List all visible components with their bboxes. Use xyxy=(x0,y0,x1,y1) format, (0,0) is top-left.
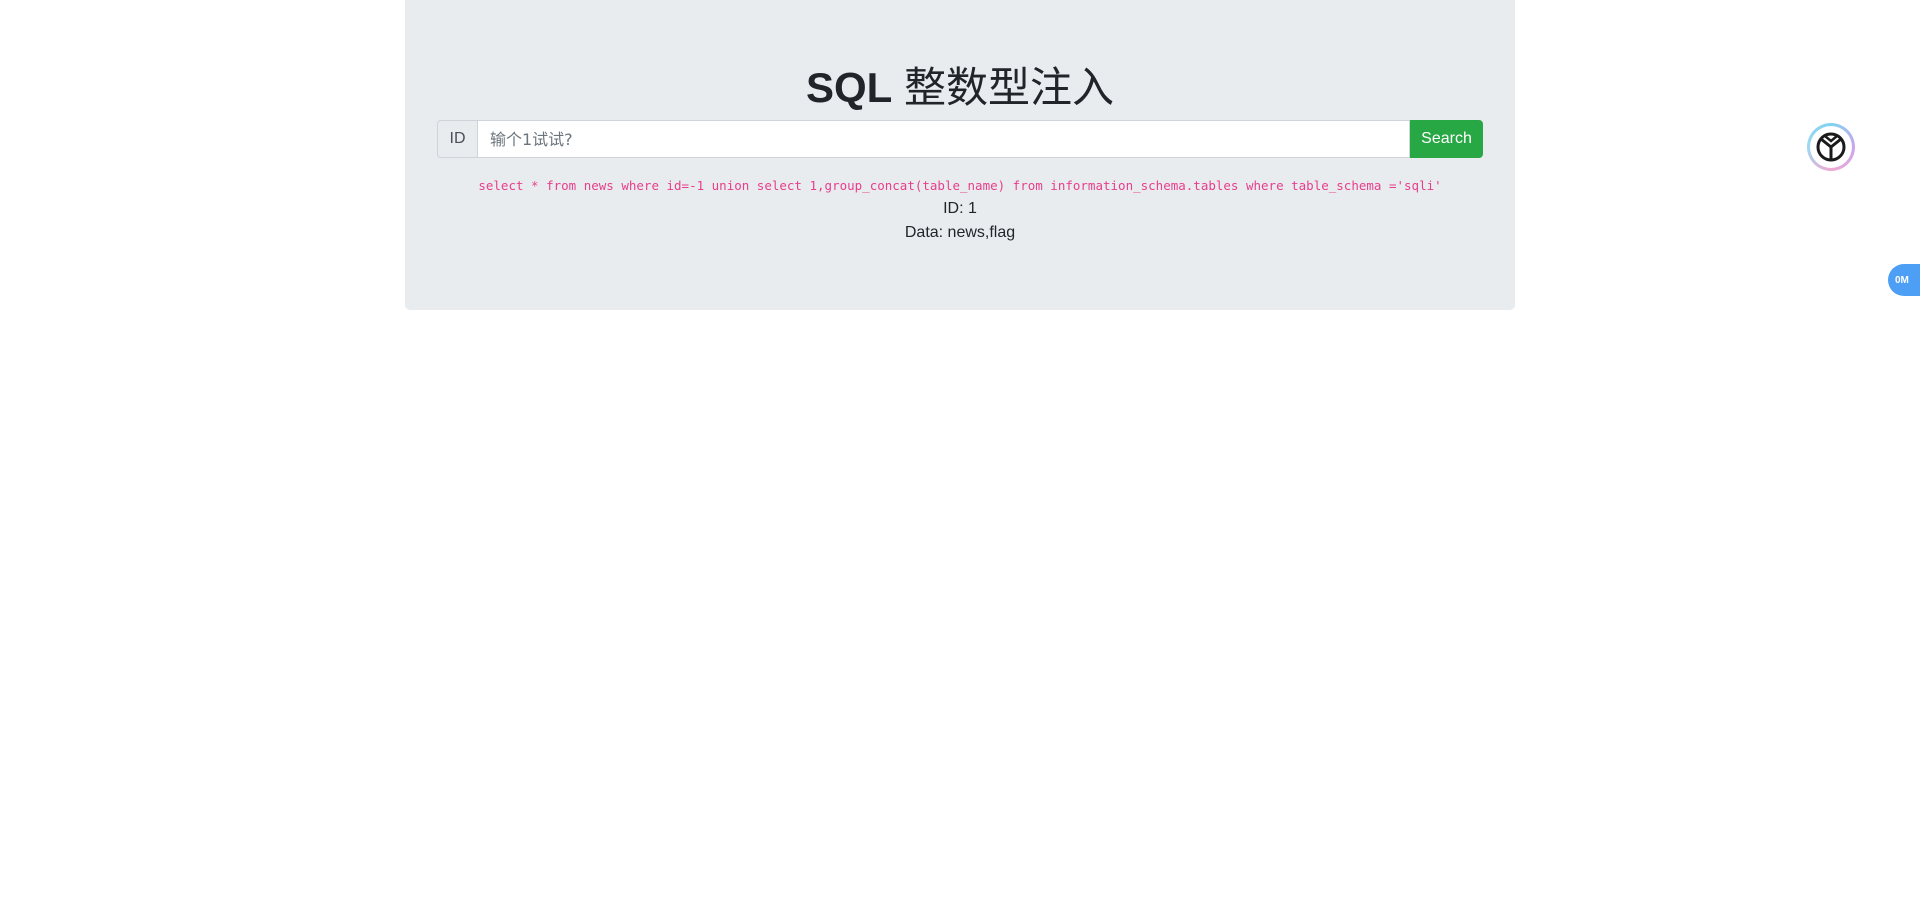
result-id-line: ID: 1 xyxy=(943,200,977,217)
id-prepend-label: ID xyxy=(437,120,477,158)
page-title: SQL 整数型注入 xyxy=(405,60,1515,116)
sql-query-text: select * from news where id=-1 union sel… xyxy=(478,178,1442,193)
jumbotron-panel: SQL 整数型注入 ID Search select * from news w… xyxy=(405,0,1515,310)
search-button[interactable]: Search xyxy=(1410,120,1483,158)
extension-logo-icon xyxy=(1810,126,1852,168)
id-input[interactable] xyxy=(477,120,1410,158)
floating-extension-button[interactable] xyxy=(1807,123,1855,171)
page-title-suffix: 整数型注入 xyxy=(892,64,1114,111)
search-form: ID Search xyxy=(437,120,1483,158)
page-title-prefix: SQL xyxy=(805,64,893,111)
speed-badge[interactable]: 0M xyxy=(1888,264,1920,296)
result-data-line: Data: news,flag xyxy=(904,224,1016,241)
